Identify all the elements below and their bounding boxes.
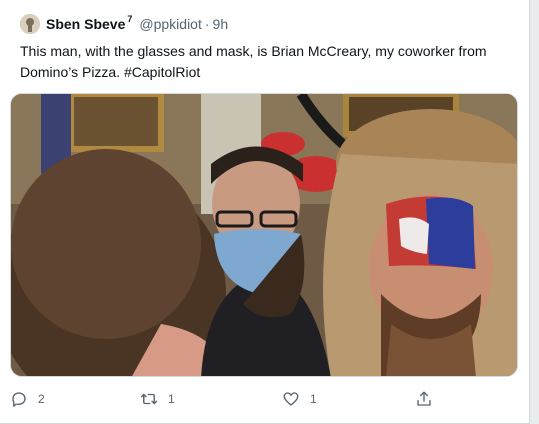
share-button[interactable] bbox=[415, 388, 433, 410]
tweet-actions: 2 1 1 bbox=[0, 388, 530, 410]
author-name[interactable]: Sben Sbeve bbox=[46, 16, 125, 32]
separator-dot: · bbox=[204, 16, 210, 32]
retweet-button[interactable]: 1 bbox=[140, 388, 175, 410]
reply-count: 2 bbox=[38, 392, 45, 406]
tweet-header: Sben Sbeve 7 @ppkidiot · 9h bbox=[20, 14, 228, 34]
retweet-count: 1 bbox=[168, 392, 175, 406]
tweet-text: This man, with the glasses and mask, is … bbox=[20, 43, 487, 80]
reply-button[interactable]: 2 bbox=[10, 388, 45, 410]
photo-image bbox=[11, 94, 517, 376]
avatar-image bbox=[20, 14, 40, 34]
tweet-photo[interactable] bbox=[10, 93, 518, 377]
tweet-time[interactable]: 9h bbox=[213, 16, 229, 32]
like-count: 1 bbox=[310, 392, 317, 406]
like-button[interactable]: 1 bbox=[282, 388, 317, 410]
author-handle[interactable]: @ppkidiot bbox=[139, 16, 201, 32]
retweet-icon bbox=[140, 393, 158, 405]
tweet-card[interactable]: Sben Sbeve 7 @ppkidiot · 9h This man, wi… bbox=[0, 0, 530, 424]
avatar[interactable] bbox=[20, 14, 40, 34]
author-badge: 7 bbox=[127, 14, 133, 24]
share-icon bbox=[417, 391, 431, 406]
reply-icon bbox=[12, 392, 26, 407]
heart-icon bbox=[283, 392, 299, 406]
